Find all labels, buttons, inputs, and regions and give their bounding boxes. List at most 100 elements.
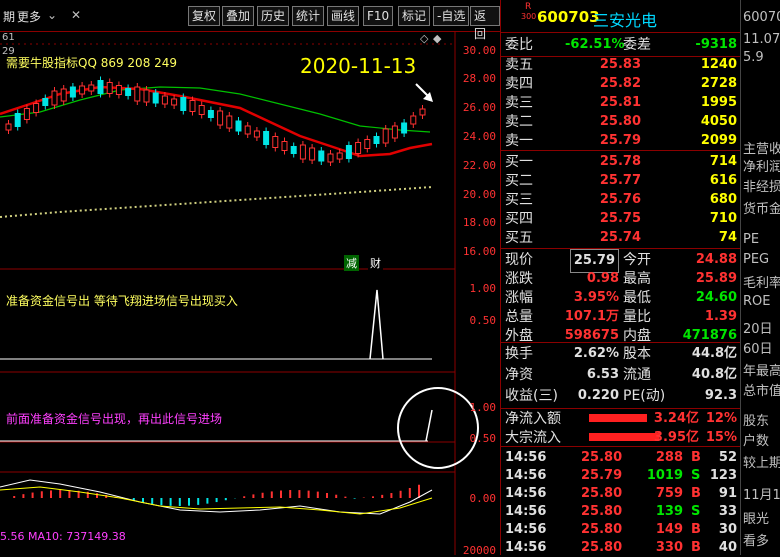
candle-body bbox=[236, 121, 241, 131]
stat-row: 换手2.62%股本44.8亿 bbox=[501, 343, 741, 365]
panel1-axis-1: 1.00 bbox=[470, 282, 497, 295]
side-info-item: 股东 bbox=[743, 410, 769, 429]
macd-bar bbox=[335, 495, 337, 498]
tick-row[interactable]: 14:5625.791019S123 bbox=[501, 467, 741, 485]
candle-body bbox=[126, 89, 131, 96]
candle-body bbox=[411, 116, 416, 124]
candle-body bbox=[61, 89, 66, 101]
candle-body bbox=[70, 87, 75, 97]
macd-bar bbox=[197, 498, 199, 505]
f10-button[interactable]: F10 bbox=[363, 6, 393, 26]
macd-bar bbox=[354, 498, 356, 499]
candle-body bbox=[328, 154, 333, 162]
side-info-item: 年最高 bbox=[743, 360, 780, 379]
kline-chart-area[interactable]: 61 29 需要牛股指标QQ 869 208 249 2020-11-13 ◇ … bbox=[0, 32, 500, 555]
macd-bar bbox=[68, 490, 70, 498]
stats-button[interactable]: 统计 bbox=[292, 6, 324, 26]
buy-order-row[interactable]: 买五25.7474 bbox=[501, 227, 741, 249]
chevron-down-icon[interactable]: ⌄ bbox=[44, 8, 60, 22]
macd-bar bbox=[409, 488, 411, 498]
close-icon[interactable]: ✕ bbox=[68, 8, 84, 22]
macd-bar bbox=[170, 498, 172, 506]
bottom-axis-label: 20000 bbox=[463, 544, 496, 557]
history-button[interactable]: 历史 bbox=[257, 6, 289, 26]
tick-row[interactable]: 14:5625.80330B40 bbox=[501, 539, 741, 557]
side-info-item: 5.9 bbox=[743, 50, 764, 65]
signal-spike-1 bbox=[370, 290, 383, 359]
panel1-signal-text: 准备资金信号出 等待飞翔进场信号出现买入 bbox=[6, 292, 238, 309]
macd-bar bbox=[317, 492, 319, 498]
add-watchlist-button[interactable]: -自选 bbox=[433, 6, 469, 26]
overlay-button[interactable]: 叠加 bbox=[222, 6, 254, 26]
draw-line-button[interactable]: 画线 bbox=[327, 6, 359, 26]
side-info-item: 毛利率 bbox=[743, 272, 780, 291]
candle-body bbox=[402, 123, 407, 133]
panel2-signal-text: 前面准备资金信号出现，再出此信号进场 bbox=[6, 410, 222, 427]
tick-row[interactable]: 14:5625.80288B52 bbox=[501, 449, 741, 467]
more-menu[interactable]: 更多 bbox=[14, 8, 44, 25]
macd-bar bbox=[41, 491, 43, 498]
candle-body bbox=[273, 137, 278, 148]
side-info-item: 货币金 bbox=[743, 198, 780, 217]
candle-body bbox=[116, 86, 121, 95]
candle-body bbox=[254, 131, 259, 137]
chart-toolbar: 期 更多 ⌄ ✕ 复权 叠加 历史 统计 画线 F10 标记 -自选 返回 bbox=[0, 0, 500, 32]
candle-body bbox=[420, 109, 425, 115]
candle-body bbox=[383, 129, 388, 143]
stock-name: 三安光电 bbox=[593, 7, 657, 31]
candle-body bbox=[356, 143, 361, 154]
candle-body bbox=[310, 148, 315, 160]
weicha-value: -9318 bbox=[695, 34, 737, 56]
candle-body bbox=[98, 81, 103, 94]
candle-body bbox=[190, 101, 195, 112]
side-info-item: 60070 bbox=[743, 10, 780, 25]
fuquan-button[interactable]: 复权 bbox=[188, 6, 220, 26]
candle-body bbox=[34, 104, 39, 113]
macd-bar bbox=[390, 493, 392, 498]
candle-body bbox=[107, 83, 112, 94]
macd-axis-zero: 0.00 bbox=[470, 492, 497, 505]
candle-body bbox=[264, 132, 269, 145]
candle-body bbox=[337, 153, 342, 159]
candle-body bbox=[6, 124, 11, 130]
side-info-item: 60日 bbox=[743, 338, 773, 357]
macd-bar bbox=[32, 493, 34, 498]
macd-bar bbox=[188, 498, 190, 506]
candle-body bbox=[374, 137, 379, 144]
side-info-item: PEG bbox=[743, 252, 769, 267]
candle-body bbox=[208, 111, 213, 118]
sell-order-row[interactable]: 卖一25.792099 bbox=[501, 130, 741, 152]
mark-button[interactable]: 标记 bbox=[398, 6, 430, 26]
stat-row: 净资6.53流通40.8亿 bbox=[501, 364, 741, 386]
macd-bar bbox=[151, 498, 153, 504]
tick-row[interactable]: 14:5625.80139S33 bbox=[501, 503, 741, 521]
badge-reduce[interactable]: 减 bbox=[344, 255, 359, 271]
candle-body bbox=[282, 142, 287, 151]
tick-row[interactable]: 14:5625.80759B91 bbox=[501, 485, 741, 503]
stock-code: 600703 bbox=[537, 8, 600, 26]
candle-body bbox=[319, 151, 324, 161]
tick-row[interactable]: 14:5625.80149B30 bbox=[501, 521, 741, 539]
badge-finance[interactable]: 财 bbox=[368, 255, 383, 271]
macd-bar bbox=[22, 494, 24, 498]
weibi-value: -62.51% bbox=[565, 34, 625, 56]
macd-bar bbox=[216, 498, 218, 502]
candle-body bbox=[291, 147, 296, 154]
macd-bar bbox=[13, 496, 15, 498]
macd-bar bbox=[59, 490, 61, 498]
macd-bar bbox=[289, 490, 291, 498]
side-info-item: 看多 bbox=[743, 530, 769, 549]
macd-bar bbox=[271, 491, 273, 498]
candle-body bbox=[199, 106, 204, 115]
flow-bar bbox=[589, 414, 647, 422]
candle-body bbox=[172, 99, 177, 105]
stat-row: 收益(三)0.220PE(动)92.3 bbox=[501, 385, 741, 407]
side-info-item: 净利润 bbox=[743, 156, 780, 175]
back-button[interactable]: 返回 bbox=[470, 6, 500, 26]
macd-bar bbox=[160, 498, 162, 505]
macd-bar bbox=[280, 490, 282, 498]
candle-body bbox=[245, 126, 250, 134]
candle-body bbox=[346, 146, 351, 159]
candle-body bbox=[43, 99, 48, 106]
macd-bar bbox=[418, 485, 420, 498]
